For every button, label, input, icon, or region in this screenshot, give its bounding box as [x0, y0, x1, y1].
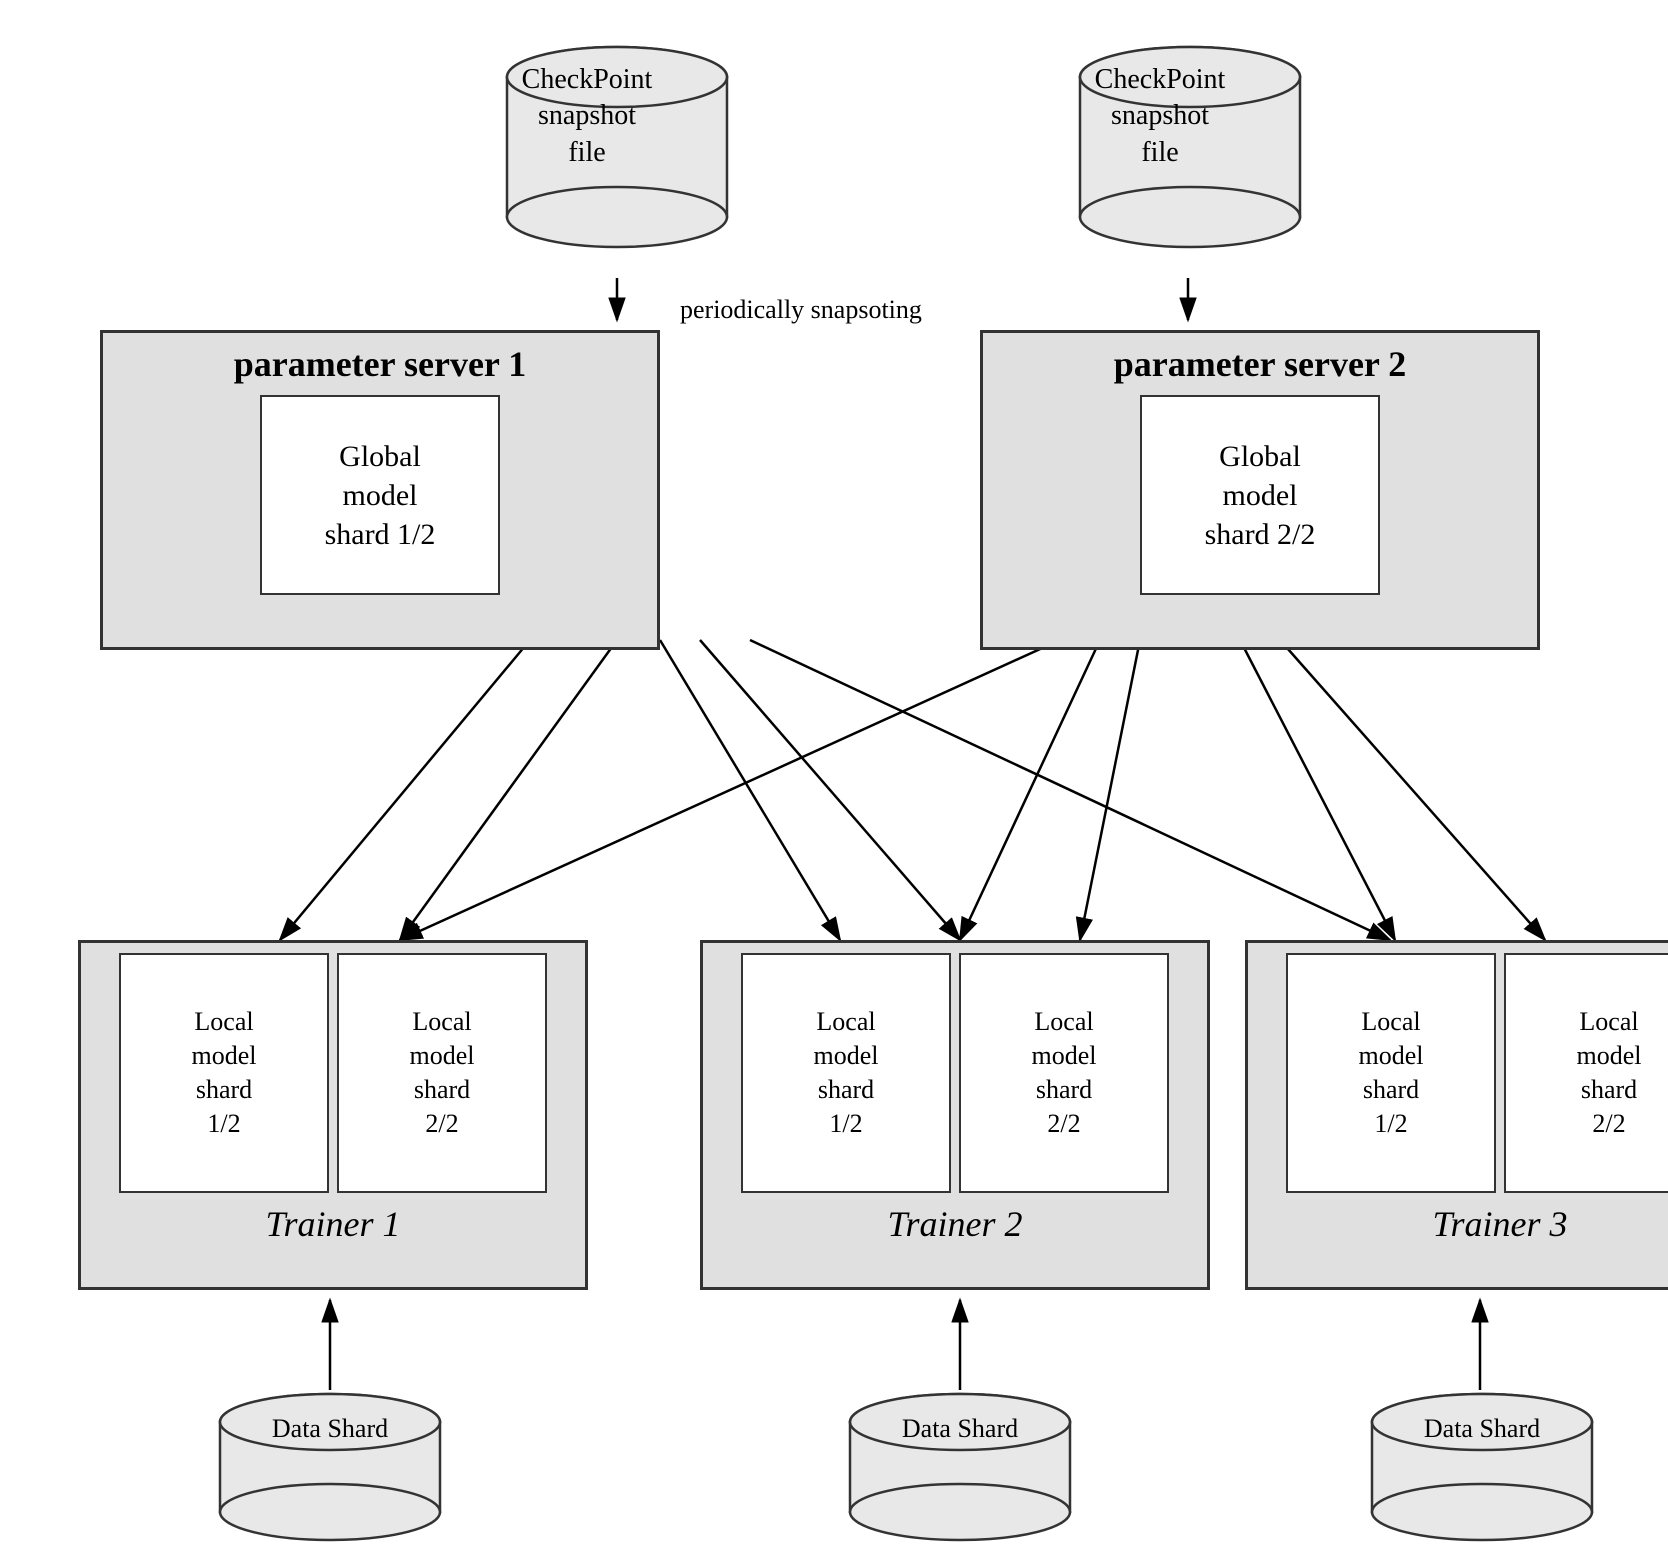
checkpoint1-label3: file	[467, 135, 707, 171]
server1-title: parameter server 1	[224, 333, 537, 390]
server1-inner-box: Global model shard 1/2	[260, 395, 500, 595]
trainer1-shards: Local model shard 1/2 Local model shard …	[109, 943, 557, 1198]
trainer1-shard2: Local model shard 2/2	[337, 953, 547, 1193]
checkpoint2-label3: file	[1040, 135, 1280, 171]
trainer2-shard2: Local model shard 2/2	[959, 953, 1169, 1193]
checkpoint1-label: CheckPoint	[467, 62, 707, 98]
checkpoint-file-1: CheckPoint snapshot file	[467, 32, 767, 262]
trainer3-shard1: Local model shard 1/2	[1286, 953, 1496, 1193]
arrows-svg	[0, 0, 1668, 1567]
checkpoint2-label2: snapshot	[1040, 98, 1280, 134]
trainer3-title: Trainer 3	[1422, 1198, 1577, 1253]
trainer-3: Local model shard 1/2 Local model shard …	[1245, 940, 1668, 1290]
parameter-server-2: parameter server 2 Global model shard 2/…	[980, 330, 1540, 650]
data-shard-3: Data Shard	[1362, 1390, 1602, 1550]
data-shard-2: Data Shard	[840, 1390, 1080, 1550]
trainer3-shards: Local model shard 1/2 Local model shard …	[1276, 943, 1668, 1198]
trainer2-shard1: Local model shard 1/2	[741, 953, 951, 1193]
diagram: CheckPoint snapshot file CheckPoint snap…	[0, 0, 1668, 1567]
trainer2-shards: Local model shard 1/2 Local model shard …	[731, 943, 1179, 1198]
data-shard1-label: Data Shard	[210, 1412, 450, 1446]
checkpoint1-label2: snapshot	[467, 98, 707, 134]
server2-inner-box: Global model shard 2/2	[1140, 395, 1380, 595]
checkpoint2-label: CheckPoint	[1040, 62, 1280, 98]
periodic-label: periodically snapsoting	[680, 295, 922, 325]
trainer-2: Local model shard 1/2 Local model shard …	[700, 940, 1210, 1290]
trainer3-shard2: Local model shard 2/2	[1504, 953, 1668, 1193]
server2-title: parameter server 2	[1104, 333, 1417, 390]
data-shard3-label: Data Shard	[1362, 1412, 1602, 1446]
trainer1-shard1: Local model shard 1/2	[119, 953, 329, 1193]
parameter-server-1: parameter server 1 Global model shard 1/…	[100, 330, 660, 650]
data-shard2-label: Data Shard	[840, 1412, 1080, 1446]
checkpoint-file-2: CheckPoint snapshot file	[1040, 32, 1340, 262]
data-shard-1: Data Shard	[210, 1390, 450, 1550]
trainer2-title: Trainer 2	[877, 1198, 1032, 1253]
server2-inner-text: Global model shard 2/2	[1205, 437, 1316, 554]
trainer-1: Local model shard 1/2 Local model shard …	[78, 940, 588, 1290]
trainer1-title: Trainer 1	[255, 1198, 410, 1253]
server1-inner-text: Global model shard 1/2	[325, 437, 436, 554]
